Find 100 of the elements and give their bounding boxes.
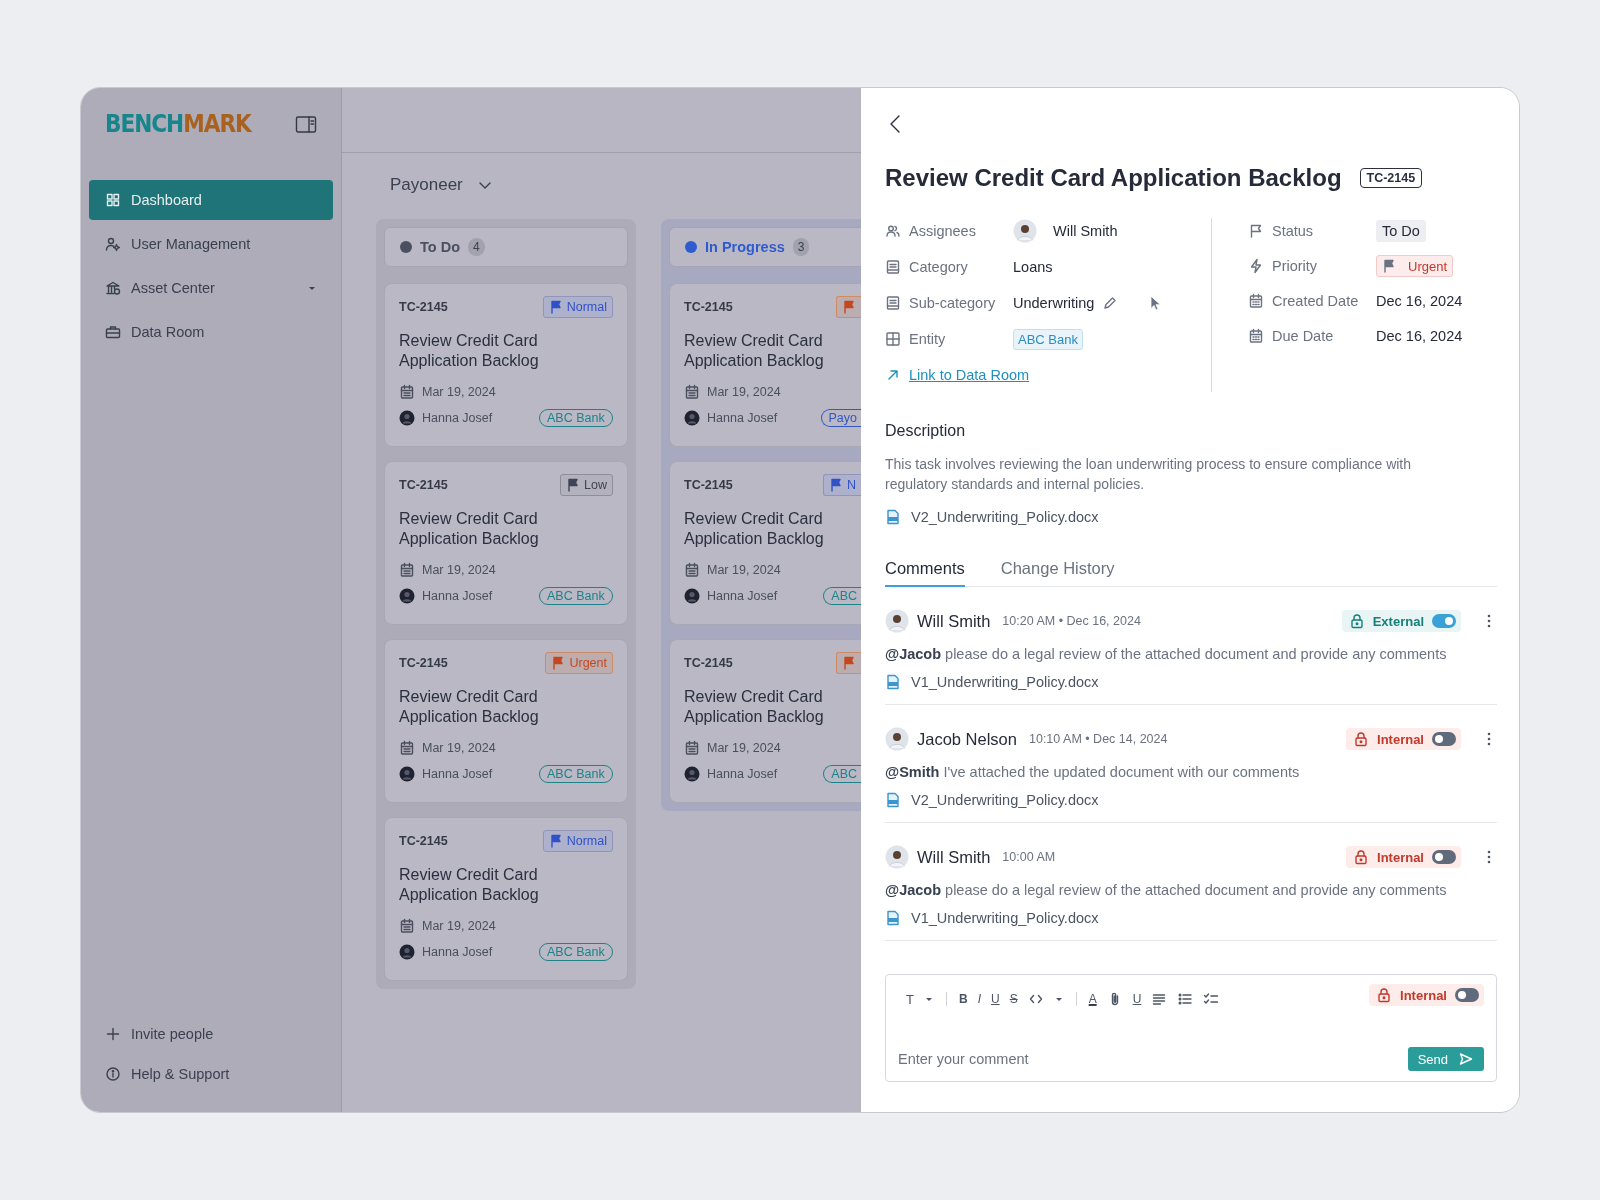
column-title: To Do <box>420 239 460 255</box>
avatar-icon <box>399 766 415 782</box>
comment-time: 10:10 AM • Dec 14, 2024 <box>1029 732 1168 746</box>
flag-icon <box>828 477 843 493</box>
assignee-name: Hanna Josef <box>707 767 778 781</box>
pencil-icon[interactable] <box>1102 295 1119 311</box>
avatar-icon <box>684 410 700 426</box>
people-icon <box>885 223 901 239</box>
nav-item[interactable]: Dashboard <box>89 180 333 220</box>
document-list-icon <box>885 295 901 311</box>
task-card[interactable]: TC-2145 Review Credit Card Application Backlog Mar 19, 2024 Hanna Josef Payo <box>669 283 861 447</box>
due-date: Mar 19, 2024 <box>422 919 496 933</box>
field-label: Sub-category <box>909 295 997 311</box>
nav-item[interactable]: User Management <box>89 224 333 264</box>
underline-button[interactable]: U <box>990 992 1000 1006</box>
section-heading: Description <box>885 422 967 440</box>
italic-button[interactable]: I <box>977 992 981 1006</box>
due-date: Mar 19, 2024 <box>707 563 781 577</box>
comment-time: 10:00 AM <box>1002 850 1056 864</box>
due-date: Mar 19, 2024 <box>422 385 496 399</box>
task-title: Review Credit Card Application Backlog <box>684 331 825 370</box>
bold-button[interactable]: B <box>958 992 968 1006</box>
lock-icon <box>1353 731 1370 747</box>
field-value: Underwriting <box>1013 295 1095 311</box>
assignee-name: Hanna Josef <box>422 411 493 425</box>
lock-icon <box>1353 849 1370 865</box>
visibility-toggle[interactable] <box>1432 614 1456 628</box>
sidebar-toggle-icon[interactable] <box>295 113 317 135</box>
tab[interactable]: Comments <box>885 553 965 587</box>
flag-icon <box>1248 223 1264 239</box>
file-link[interactable]: V1_Underwriting_Policy.docx <box>911 674 1099 690</box>
visibility-toggle[interactable] <box>1432 732 1456 746</box>
due-date: Mar 19, 2024 <box>422 563 496 577</box>
visibility-toggle[interactable] <box>1455 988 1479 1002</box>
task-card[interactable]: TC-2145 Normal Review Credit Card Application Backlog Mar 19, 2024 Hanna Josef ABC Bank <box>384 817 628 981</box>
data-room-link[interactable]: Link to Data Room <box>909 367 1030 383</box>
color-button[interactable]: A <box>1088 992 1097 1006</box>
calendar-icon <box>684 740 700 756</box>
task-card[interactable]: TC-2145 Review Credit Card Application Backlog Mar 19, 2024 Hanna Josef ABC <box>669 639 861 803</box>
calendar-icon <box>399 740 415 756</box>
assignee-name: Hanna Josef <box>707 411 778 425</box>
plus-icon <box>105 1026 121 1042</box>
task-card[interactable]: TC-2145 Low Review Credit Card Application Backlog Mar 19, 2024 Hanna Josef ABC Bank <box>384 461 628 625</box>
visibility-toggle[interactable] <box>1432 850 1456 864</box>
assignee-name: Will Smith <box>1053 223 1118 239</box>
task-id: TC-2145 <box>684 478 733 492</box>
priority-label: Low <box>584 478 607 492</box>
assignee-name: Hanna Josef <box>422 945 493 959</box>
file-link[interactable]: V2_Underwriting_Policy.docx <box>911 509 1099 525</box>
file-link[interactable]: V2_Underwriting_Policy.docx <box>911 792 1099 808</box>
invite-link[interactable]: Invite people <box>89 1014 333 1054</box>
align-icon[interactable] <box>1151 991 1168 1007</box>
text-style-button[interactable]: T <box>906 991 914 1007</box>
field-label: Status <box>1272 223 1315 239</box>
comment-input[interactable]: Enter your comment <box>898 1051 1408 1067</box>
calendar-icon <box>684 562 700 578</box>
calendar-icon <box>1248 328 1264 344</box>
field-label: Created Date <box>1272 293 1360 309</box>
tab[interactable]: Change History <box>1000 553 1115 587</box>
task-count: 3 <box>792 238 810 256</box>
workspace-dropdown[interactable]: Payoneer <box>390 167 861 203</box>
visibility-label: Internal <box>1377 849 1424 865</box>
task-title: Review Credit Card Application Backlog <box>885 164 1342 192</box>
lock-icon <box>1376 987 1393 1003</box>
task-card[interactable]: TC-2145 Normal Review Credit Card Application Backlog Mar 19, 2024 Hanna Josef ABC Bank <box>384 283 628 447</box>
calendar-icon <box>399 918 415 934</box>
avatar-icon <box>885 609 909 633</box>
table-icon <box>885 331 901 347</box>
nav-item[interactable]: Asset Center <box>89 268 333 308</box>
avatar-icon <box>399 588 415 604</box>
comment-time: 10:20 AM • Dec 16, 2024 <box>1002 614 1141 628</box>
avatar-icon <box>399 410 415 426</box>
task-title: Review Credit Card Application Backlog <box>399 509 540 548</box>
bullet-list-icon[interactable] <box>1177 991 1194 1007</box>
bank-icon <box>105 280 121 296</box>
task-id: TC-2145 <box>399 834 448 848</box>
visibility-label: External <box>1372 613 1424 629</box>
priority-label: Urgent <box>569 656 607 670</box>
calendar-icon <box>399 562 415 578</box>
column-title: In Progress <box>705 239 785 255</box>
nav-item[interactable]: Data Room <box>89 312 333 352</box>
entity-tag: ABC Bank <box>1013 328 1083 350</box>
task-card[interactable]: TC-2145 Urgent Review Credit Card Application Backlog Mar 19, 2024 Hanna Josef ABC Bank <box>384 639 628 803</box>
calendar-icon <box>1248 293 1264 309</box>
logo: BENCHMARK <box>105 110 251 138</box>
document-icon <box>885 910 901 926</box>
help-link[interactable]: Help & Support <box>89 1054 333 1094</box>
strike-button[interactable]: S <box>1009 992 1018 1006</box>
task-card[interactable]: TC-2145 N Review Credit Card Application Backlog Mar 19, 2024 Hanna Josef ABC <box>669 461 861 625</box>
task-title: Review Credit Card Application Backlog <box>399 331 540 370</box>
task-id: TC-2145 <box>399 478 448 492</box>
briefcase-icon <box>105 324 121 340</box>
grid-icon <box>105 192 121 208</box>
file-link[interactable]: V1_Underwriting_Policy.docx <box>911 910 1099 926</box>
due-date: Mar 19, 2024 <box>422 741 496 755</box>
flag-icon <box>548 299 563 315</box>
underline-button[interactable]: U <box>1132 992 1142 1006</box>
assignee-name: Hanna Josef <box>422 589 493 603</box>
assignee-name: Hanna Josef <box>422 767 493 781</box>
author-name: Will Smith <box>917 847 991 867</box>
